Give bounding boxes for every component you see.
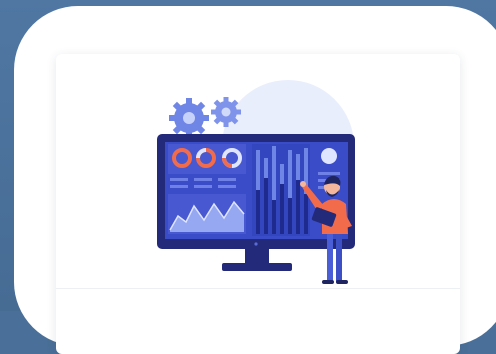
analytics-illustration — [157, 80, 355, 284]
card-divider — [56, 288, 460, 289]
app-background — [0, 0, 496, 354]
gear-icon — [211, 97, 241, 127]
gear-icon — [169, 98, 209, 138]
area-chart — [168, 194, 246, 234]
bar-chart — [252, 144, 310, 236]
gauge-widgets — [168, 144, 246, 174]
